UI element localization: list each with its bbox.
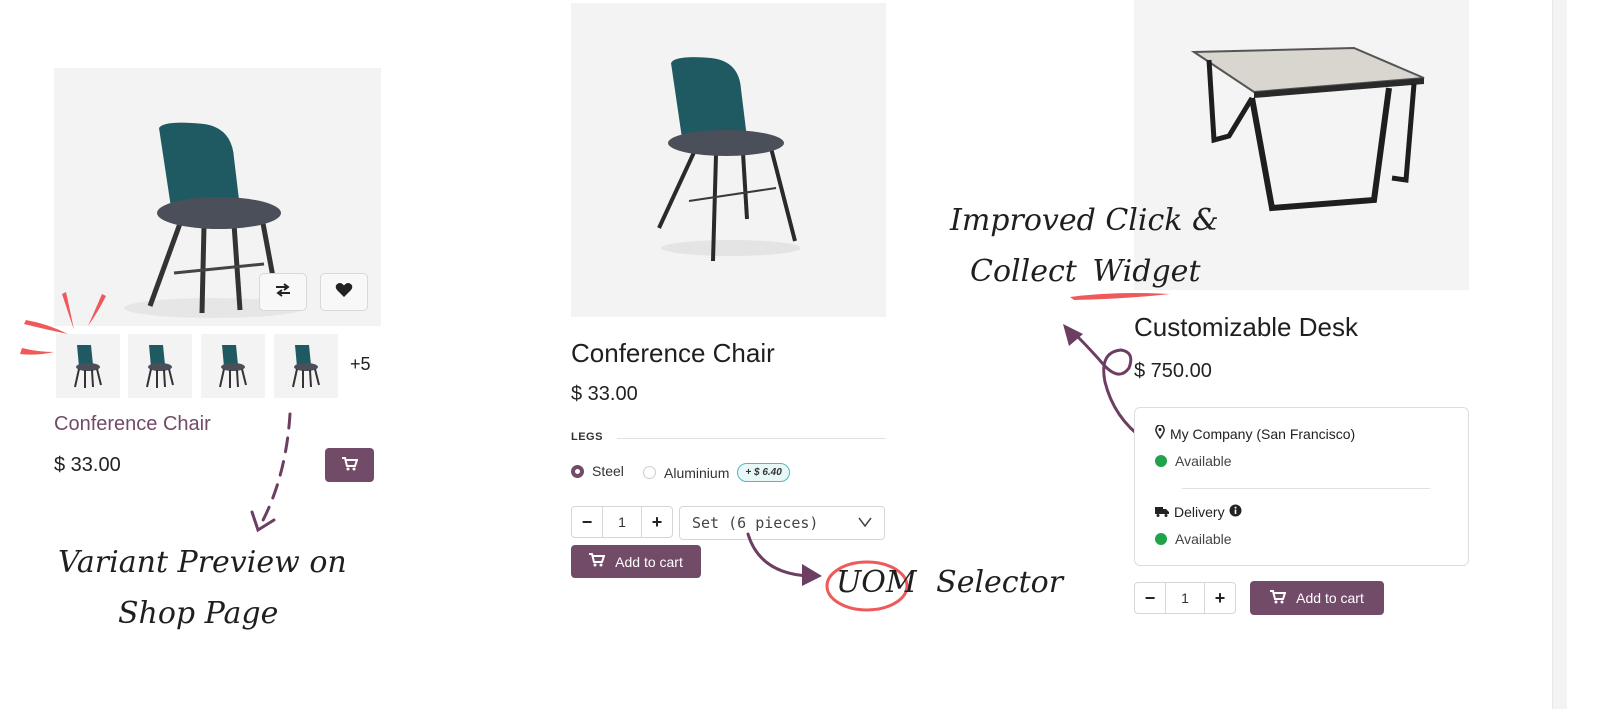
increment-button[interactable]: + <box>642 507 672 537</box>
attribute-label: LEGS <box>571 431 603 443</box>
sparkle-annotation-icon <box>20 292 106 355</box>
annotation-click-line1: Improved Click & <box>950 203 1219 238</box>
annotation-uom-word2: Selector <box>936 565 1064 600</box>
variant-thumbnail-4[interactable] <box>274 334 338 398</box>
middle-quantity-stepper[interactable]: − 1 + <box>571 506 673 538</box>
attribute-divider <box>617 438 886 439</box>
desk-image <box>1190 46 1425 212</box>
delivery-status: Available <box>1175 531 1232 547</box>
chevron-down-icon <box>858 514 872 532</box>
quantity-input[interactable]: 1 <box>1165 583 1205 613</box>
annotation-click-word2: Widget <box>1092 254 1201 289</box>
delivery-label: Delivery <box>1174 504 1225 520</box>
store-row[interactable]: My Company (San Francisco) <box>1155 424 1356 442</box>
more-variants-count[interactable]: +5 <box>350 354 371 375</box>
left-product-name[interactable]: Conference Chair <box>54 413 211 436</box>
quantity-input[interactable]: 1 <box>602 507 642 537</box>
decrement-button[interactable]: − <box>572 507 602 537</box>
right-product-price: $ 750.00 <box>1134 360 1212 382</box>
annotation-uom: UOM Selector <box>836 565 1063 600</box>
delivery-status-row: Available <box>1155 531 1232 547</box>
available-dot-icon <box>1155 533 1167 545</box>
right-product-image <box>1134 0 1469 290</box>
option-aluminium[interactable]: Aluminium + $ 6.40 <box>643 463 790 482</box>
annotation-click-line2: Collect Widget <box>970 254 1201 289</box>
middle-product-name: Conference Chair <box>571 338 775 368</box>
decrement-button[interactable]: − <box>1135 583 1165 613</box>
chair-thumbnail-icon <box>219 345 247 388</box>
click-collect-widget[interactable]: My Company (San Francisco) Available Del… <box>1134 407 1469 566</box>
cart-icon <box>1270 589 1287 607</box>
delivery-row[interactable]: Delivery <box>1155 504 1242 520</box>
price-extra-badge: + $ 6.40 <box>737 463 790 482</box>
option-aluminium-label: Aluminium <box>664 464 730 481</box>
right-add-to-cart-button[interactable]: Add to cart <box>1250 581 1384 615</box>
left-add-to-cart-button[interactable] <box>325 448 374 482</box>
radio-unselected-icon[interactable] <box>643 466 656 479</box>
middle-add-to-cart-button[interactable]: Add to cart <box>571 545 701 578</box>
right-quantity-stepper[interactable]: − 1 + <box>1134 582 1236 614</box>
option-steel[interactable]: Steel <box>571 463 624 479</box>
annotation-underline-icon <box>1070 293 1170 300</box>
radio-selected-icon[interactable] <box>571 464 584 478</box>
compare-arrows-icon <box>274 282 292 302</box>
store-name: My Company (San Francisco) <box>1170 425 1356 442</box>
annotation-uom-word1: UOM <box>836 565 917 600</box>
store-status: Available <box>1175 453 1232 469</box>
heart-icon <box>335 282 353 303</box>
annotation-click-word1: Collect <box>970 254 1077 289</box>
scrollbar-track[interactable] <box>1552 0 1567 709</box>
chair-thumbnail-icon <box>292 345 320 388</box>
chair-image <box>657 57 801 262</box>
chair-thumbnail-icon <box>146 345 174 388</box>
increment-button[interactable]: + <box>1205 583 1235 613</box>
left-product-price: $ 33.00 <box>54 454 121 476</box>
store-status-row: Available <box>1155 453 1232 469</box>
add-to-cart-label: Add to cart <box>615 553 683 570</box>
variant-thumbnail-3[interactable] <box>201 334 265 398</box>
map-marker-icon <box>1155 424 1165 442</box>
annotation-curved-arrow-icon <box>746 532 822 586</box>
widget-divider <box>1182 488 1430 489</box>
compare-button[interactable] <box>259 273 307 311</box>
truck-icon <box>1155 504 1169 520</box>
annotation-variant-line2: Shop Page <box>118 596 279 631</box>
middle-product-image <box>571 3 886 317</box>
annotation-dashed-arrow-icon <box>250 412 292 533</box>
cart-icon <box>341 456 358 474</box>
annotation-variant-line1: Variant Preview on <box>58 545 347 580</box>
wishlist-button[interactable] <box>320 273 368 311</box>
cart-icon <box>589 553 606 570</box>
right-product-name: Customizable Desk <box>1134 312 1358 342</box>
info-icon[interactable] <box>1229 504 1242 520</box>
option-steel-label: Steel <box>592 463 624 479</box>
add-to-cart-label: Add to cart <box>1296 590 1364 606</box>
available-dot-icon <box>1155 455 1167 467</box>
variant-thumbnail-2[interactable] <box>128 334 192 398</box>
middle-product-price: $ 33.00 <box>571 383 638 405</box>
